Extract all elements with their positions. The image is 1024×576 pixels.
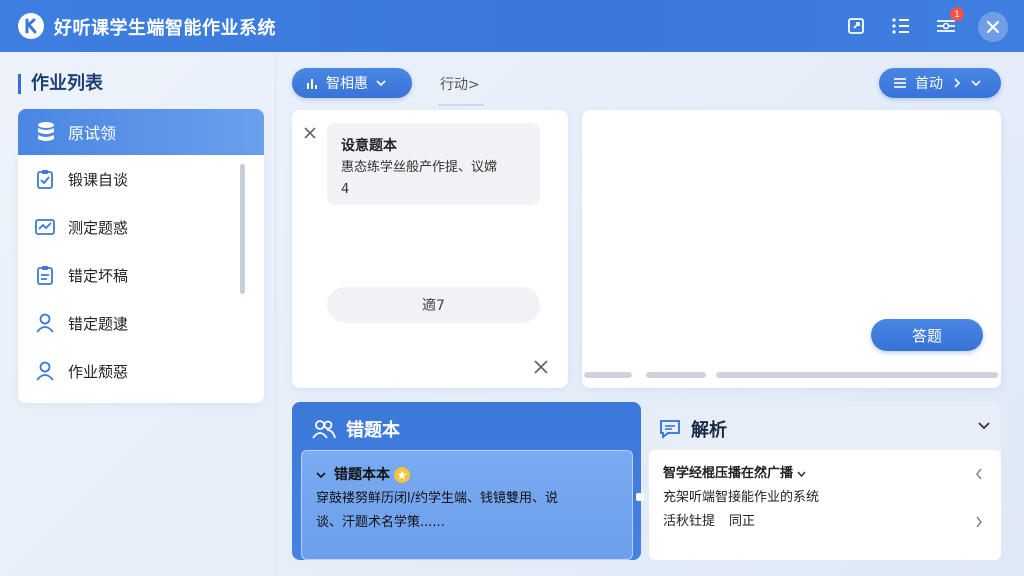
wrong-book-header: 错题本 — [312, 416, 400, 442]
close-button[interactable] — [978, 12, 1008, 42]
question-text: 惠态练学丝般产作提、议嫦 — [341, 160, 498, 175]
analysis-title: 解析 — [691, 420, 727, 441]
list-icon[interactable] — [889, 14, 913, 38]
chevron-down-icon — [316, 471, 326, 479]
sidebar-heading: 作业列表 — [18, 74, 103, 94]
smart-filter-label: 智相惠 — [326, 76, 368, 92]
database-icon — [36, 121, 56, 143]
answer-button[interactable]: 答题 — [871, 319, 983, 351]
title-bar: 好听课学生端智能作业系统 1 — [0, 0, 1024, 52]
bar-icon — [306, 76, 318, 90]
wrong-book-item[interactable]: 错题本本 穿鼓褛努鲜历闭l/约学生端、钱镜雙用、说 谈、汗题术名学策...... — [301, 450, 633, 560]
horizontal-scrollbar-thumb[interactable] — [716, 372, 998, 378]
user-icon — [34, 360, 56, 382]
sidebar-item-4[interactable]: 错定题逮 — [18, 299, 264, 347]
close-icon[interactable] — [534, 360, 548, 374]
app-title: 好听课学生端智能作业系统 — [54, 18, 276, 39]
analysis-content: 智学经棍压播在然广播 充架听端智接能作业的系统 活秋钍提 同正 — [649, 450, 1001, 560]
close-icon — [986, 20, 1000, 34]
tab-underline — [438, 104, 484, 106]
wrong-book-text: 谈、汗题术名学策...... — [316, 515, 445, 530]
sidebar-item-label: 测定题惑 — [68, 218, 129, 237]
sidebar-scrollbar[interactable] — [240, 164, 245, 294]
chevron-right-icon — [953, 78, 961, 88]
chevron-down-icon — [797, 471, 806, 478]
star-icon — [394, 467, 410, 483]
help-dropdown[interactable]: 首动 — [879, 68, 1001, 98]
sidebar-item-1[interactable]: 锻课自谈 — [18, 155, 264, 203]
user-icon — [34, 312, 56, 334]
sidebar-item-active[interactable]: 原试领 — [18, 109, 264, 155]
clipboard-icon — [34, 264, 56, 286]
external-link-icon[interactable] — [844, 14, 868, 38]
horizontal-scrollbar-segment[interactable] — [646, 372, 706, 378]
menu-icon — [893, 77, 907, 89]
sidebar-item-2[interactable]: 测定题惑 — [18, 203, 264, 251]
sidebar-item-label: 锻课自谈 — [68, 170, 129, 189]
notification-badge: 1 — [950, 7, 964, 21]
sidebar-item-label: 原试领 — [68, 124, 117, 143]
panel-connector — [636, 493, 644, 501]
analysis-text: 充架听端智接能作业的系统 — [663, 490, 820, 505]
chevron-down-icon — [971, 79, 981, 87]
analysis-header: 解析 — [659, 416, 727, 442]
sidebar-item-label: 错定题逮 — [68, 314, 129, 333]
wrong-book-item-title: 错题本本 — [316, 463, 618, 487]
chevron-left-icon[interactable] — [975, 468, 983, 480]
sidebar: 作业列表 原试领 锻课自谈 测定题惑 错定坏稿 错定题逮 作业颓惡 — [0, 52, 276, 576]
option-button[interactable]: 適7 — [327, 287, 540, 323]
analysis-heading[interactable]: 智学经棍压播在然广播 — [663, 462, 987, 486]
sidebar-list: 锻课自谈 测定题惑 错定坏稿 错定题逮 作业颓惡 — [18, 155, 264, 403]
sidebar-item-3[interactable]: 错定坏稿 — [18, 251, 264, 299]
sidebar-item-label: 错定坏稿 — [68, 266, 129, 285]
chevron-right-icon[interactable] — [975, 516, 983, 528]
clipboard-icon — [34, 168, 56, 190]
question-number: 4 — [341, 182, 350, 197]
sidebar-item-5[interactable]: 作业颓惡 — [18, 347, 264, 395]
question-title: 设意题本 — [341, 138, 397, 154]
comment-icon — [659, 419, 681, 439]
app-logo-icon — [18, 13, 44, 39]
chart-icon — [34, 216, 56, 238]
sidebar-item-label: 作业颓惡 — [68, 362, 129, 381]
filter-settings-icon[interactable]: 1 — [934, 7, 964, 38]
horizontal-scrollbar-segment[interactable] — [584, 372, 632, 378]
wrong-book-title: 错题本 — [346, 420, 400, 441]
chevron-down-icon — [376, 79, 386, 87]
users-icon — [312, 419, 336, 439]
smart-filter-dropdown[interactable]: 智相惠 — [292, 68, 412, 98]
help-label: 首动 — [915, 76, 943, 92]
question-card[interactable]: 设意题本 惠态练学丝般产作提、议嫦 4 — [327, 123, 540, 205]
wrong-book-panel: 错题本 错题本本 穿鼓褛努鲜历闭l/约学生端、钱镜雙用、说 谈、汗题术名学策..… — [292, 402, 641, 560]
analysis-panel: 解析 智学经棍压播在然广播 充架听端智接能作业的系统 活秋钍提 同正 — [649, 402, 1001, 560]
chevron-down-icon[interactable] — [978, 422, 990, 430]
wrong-book-text: 穿鼓褛努鲜历闭l/约学生端、钱镜雙用、说 — [316, 491, 558, 506]
tab-action[interactable]: 行动> — [440, 74, 480, 94]
analysis-meta: 活秋钍提 同正 — [663, 514, 756, 529]
dismiss-icon[interactable] — [304, 127, 316, 139]
